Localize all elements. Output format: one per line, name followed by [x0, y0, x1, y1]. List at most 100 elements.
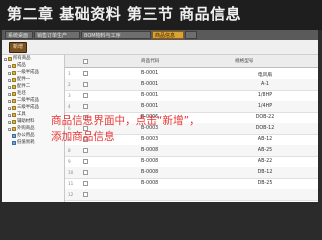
expand-icon[interactable]: +	[8, 106, 12, 110]
folder-icon	[12, 78, 16, 82]
tree-item-auxiliary[interactable]: + 辅助材料	[8, 119, 35, 125]
product-code-cell: B-0008	[141, 170, 159, 175]
tab-product-info[interactable]: 商品信息	[152, 31, 184, 39]
expand-icon[interactable]: +	[8, 78, 12, 82]
folder-icon	[12, 127, 16, 131]
grid-header: 商品代码 规格型号	[65, 55, 318, 68]
row-number: 2	[68, 82, 71, 87]
tab-sales-order[interactable]: 销售订单生产	[34, 31, 80, 39]
tree-root[interactable]: − 所有商品	[4, 56, 31, 62]
folder-icon	[12, 92, 16, 96]
tree-item-label: 毛坯	[17, 91, 26, 96]
product-code-cell: B-0001	[141, 104, 159, 109]
tab-more[interactable]	[185, 31, 197, 39]
tree-item-label: 工具	[17, 112, 26, 117]
tree-item-label: 配件二	[17, 84, 31, 89]
row-number: 8	[68, 148, 71, 153]
row-checkbox[interactable]	[83, 181, 88, 186]
tree-root-label: 所有商品	[13, 56, 31, 61]
folder-icon	[12, 113, 16, 117]
tree-item-label: 一级半成品	[17, 70, 39, 75]
tree-item-label: 辅助材料	[17, 119, 35, 124]
tree-item-parts-2[interactable]: + 配件二	[8, 84, 30, 90]
spec-cell: AB-25	[257, 148, 273, 153]
collapse-icon[interactable]: −	[4, 57, 8, 61]
expand-icon[interactable]: +	[8, 120, 12, 124]
title-bar: 第二章 基础资料 第三节 商品信息	[0, 0, 322, 30]
tree-item-finished-goods[interactable]: + 成品	[8, 63, 26, 69]
tree-item-label: 低值易耗	[17, 140, 35, 145]
tree-item-parts-1[interactable]: + 配件一	[8, 77, 30, 83]
instruction-annotation: 商品信息界面中，点击“新增”， 添加商品信息	[51, 114, 301, 146]
row-number: 1	[68, 71, 71, 76]
product-code-cell: B-0008	[141, 148, 159, 153]
tab-desktop[interactable]: 系统桌面	[5, 31, 33, 39]
add-button[interactable]: 新增	[9, 42, 27, 53]
spec-cell: 1/4HP	[257, 104, 273, 109]
expand-icon[interactable]: +	[8, 85, 12, 89]
tree-item-semi-2[interactable]: + 二级半成品	[8, 98, 39, 104]
tree-item-label: 办公用品	[17, 133, 35, 138]
annotation-line-1: 商品信息界面中，点击“新增”，	[51, 115, 200, 127]
product-code-cell: B-0001	[141, 71, 159, 76]
tree-item-office[interactable]: 办公用品	[12, 133, 35, 139]
expand-icon[interactable]: +	[8, 92, 12, 96]
row-number: 12	[68, 192, 74, 197]
select-all-checkbox[interactable]	[83, 58, 88, 64]
folder-icon	[12, 106, 16, 110]
tree-item-semi-1[interactable]: + 一级半成品	[8, 70, 39, 76]
expand-icon[interactable]: +	[8, 127, 12, 131]
table-row[interactable]: 12	[65, 189, 318, 201]
row-checkbox[interactable]	[83, 71, 88, 76]
spec-cell: A-1	[261, 82, 269, 87]
expand-icon[interactable]: +	[8, 113, 12, 117]
tree-item-tools[interactable]: + 工具	[8, 112, 26, 118]
tree-item-label: 成品	[17, 63, 26, 68]
toolbar: 新增	[2, 40, 318, 55]
folder-icon	[12, 99, 16, 103]
expand-icon[interactable]: +	[8, 99, 12, 103]
product-code-cell: B-0001	[141, 82, 159, 87]
folder-icon	[12, 120, 16, 124]
row-number: 9	[68, 159, 71, 164]
product-code-cell: B-0001	[141, 93, 159, 98]
expand-icon[interactable]: +	[8, 64, 12, 68]
spec-cell: 1/8HP	[257, 93, 273, 98]
tree-item-label: 二级半成品	[17, 98, 39, 103]
tree-item-blank[interactable]: + 毛坯	[8, 91, 26, 97]
tree-item-purchased[interactable]: + 外购商品	[8, 126, 35, 132]
row-number: 4	[68, 104, 71, 109]
row-checkbox[interactable]	[83, 192, 88, 197]
tab-bom[interactable]: BOM物料与工序	[81, 31, 151, 39]
document-icon	[12, 141, 16, 145]
tree-item-label: 配件一	[17, 77, 31, 82]
row-checkbox[interactable]	[83, 170, 88, 175]
spec-cell: DB-12	[257, 170, 273, 175]
app-window: 系统桌面 销售订单生产 BOM物料与工序 商品信息 新增 − 所有商品 + 成品 …	[2, 30, 318, 202]
expand-icon[interactable]: +	[8, 71, 12, 75]
tree-item-semi-3[interactable]: + 三级半成品	[8, 105, 39, 111]
tree-item-label: 外购商品	[17, 126, 35, 131]
tree-item-label: 三级半成品	[17, 105, 39, 110]
spec-cell: 电风扇	[257, 73, 273, 78]
row-checkbox[interactable]	[83, 148, 88, 153]
folder-icon	[12, 85, 16, 89]
row-checkbox[interactable]	[83, 159, 88, 164]
folder-icon	[8, 57, 12, 61]
folder-icon	[12, 64, 16, 68]
row-checkbox[interactable]	[83, 82, 88, 87]
document-icon	[12, 134, 16, 138]
row-checkbox[interactable]	[83, 104, 88, 109]
row-number: 3	[68, 93, 71, 98]
product-code-cell: B-0008	[141, 159, 159, 164]
column-header-spec[interactable]: 规格型号	[235, 58, 253, 64]
annotation-line-2: 添加商品信息	[51, 131, 115, 143]
row-checkbox[interactable]	[83, 93, 88, 98]
column-header-code[interactable]: 商品代码	[141, 58, 159, 64]
spec-cell: DB-25	[257, 181, 273, 186]
product-code-cell: B-0008	[141, 181, 159, 186]
row-number: 10	[68, 170, 74, 175]
tab-bar: 系统桌面 销售订单生产 BOM物料与工序 商品信息	[2, 30, 318, 40]
page-title: 第二章 基础资料 第三节 商品信息	[7, 5, 242, 23]
tree-item-consumables[interactable]: 低值易耗	[12, 140, 35, 146]
